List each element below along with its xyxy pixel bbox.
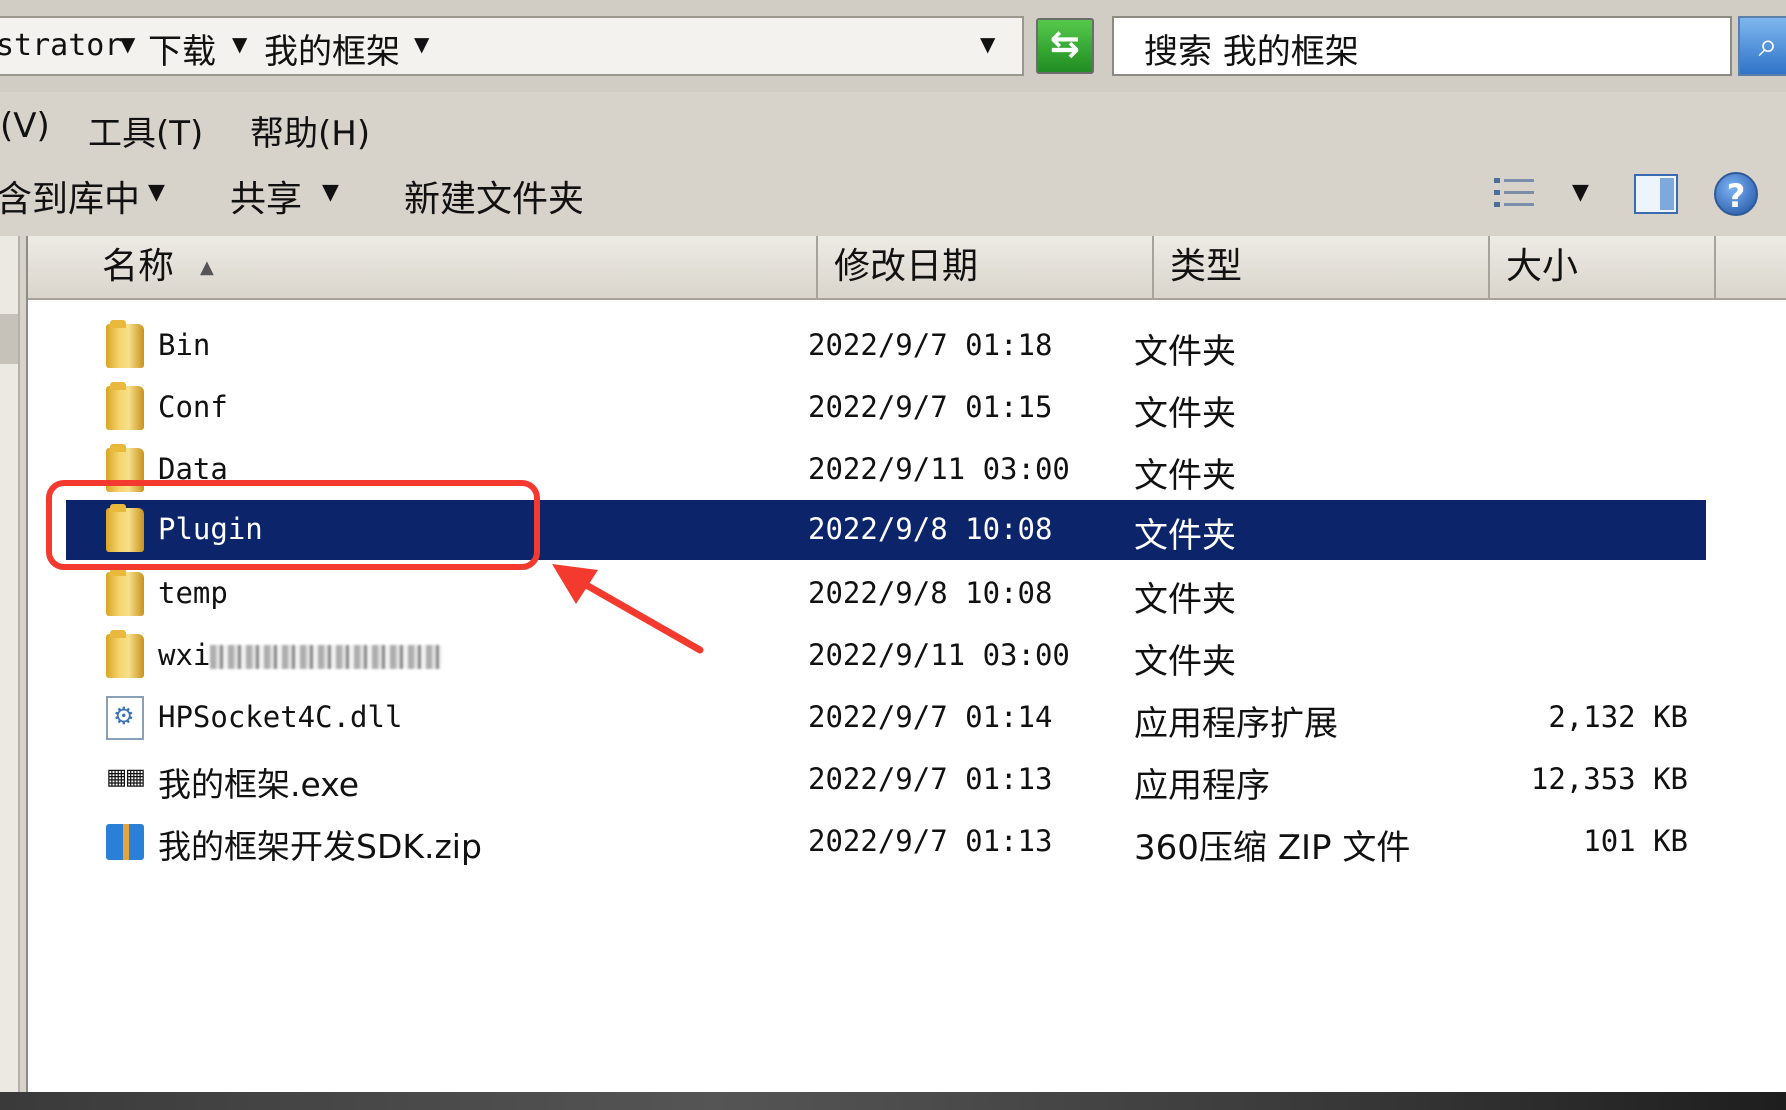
- file-row-conf[interactable]: Conf 2022/9/7 01:15 文件夹: [66, 380, 1706, 436]
- file-row-wxi[interactable]: wxi 2022/9/11 03:00 文件夹: [66, 628, 1706, 684]
- search-placeholder: 搜索 我的框架: [1144, 32, 1359, 72]
- share-button[interactable]: 共享: [230, 170, 302, 222]
- file-name: 我的框架.exe: [158, 765, 360, 804]
- column-name-label: 名称: [102, 246, 175, 287]
- search-input[interactable]: 搜索 我的框架: [1112, 16, 1732, 76]
- view-options-icon[interactable]: [1492, 174, 1536, 212]
- file-name: HPSocket4C.dll: [158, 700, 403, 734]
- file-name: Conf: [158, 390, 228, 424]
- command-bar: 含到库中 ▼ 共享 ▼ 新建文件夹 ▼ ?: [0, 156, 1786, 230]
- folder-icon: [106, 382, 144, 430]
- chevron-down-icon[interactable]: ▼: [1572, 180, 1589, 205]
- breadcrumb-administrator[interactable]: strator: [0, 28, 122, 63]
- column-header-name[interactable]: 名称 ▲: [58, 236, 818, 298]
- sort-ascending-icon: ▲: [200, 257, 214, 278]
- menu-tools[interactable]: 工具(T): [88, 106, 203, 155]
- file-date: 2022/9/11 03:00: [808, 452, 1070, 486]
- file-date: 2022/9/7 01:13: [808, 824, 1053, 858]
- history-dropdown-icon[interactable]: ▼: [980, 32, 995, 56]
- file-name: wxi: [158, 638, 211, 672]
- column-header-date[interactable]: 修改日期: [818, 236, 1154, 298]
- file-name-wrap: wxi: [158, 638, 443, 672]
- help-icon[interactable]: ?: [1714, 172, 1758, 216]
- chevron-down-icon[interactable]: ▼: [322, 180, 339, 205]
- chevron-down-icon[interactable]: ▼: [232, 32, 247, 56]
- menu-bar: (V) 工具(T) 帮助(H): [0, 98, 1786, 154]
- refresh-button[interactable]: ⇆: [1036, 18, 1094, 74]
- file-date: 2022/9/7 01:15: [808, 390, 1053, 424]
- file-size: 101 KB: [1583, 824, 1688, 858]
- new-folder-button[interactable]: 新建文件夹: [404, 170, 584, 222]
- highlight-box: [46, 480, 540, 570]
- column-header-type[interactable]: 类型: [1154, 236, 1490, 298]
- file-type: 应用程序: [1134, 766, 1270, 806]
- file-type: 文件夹: [1134, 456, 1236, 496]
- file-name: temp: [158, 576, 228, 610]
- app-exe-icon: ▦▦: [106, 765, 146, 790]
- include-in-library-button[interactable]: 含到库中: [0, 170, 140, 222]
- file-date: 2022/9/7 01:18: [808, 328, 1053, 362]
- folder-icon: [106, 630, 144, 678]
- dll-file-icon: [106, 696, 144, 740]
- column-size-label: 大小: [1506, 246, 1579, 287]
- file-size: 2,132 KB: [1548, 700, 1688, 734]
- file-row-exe[interactable]: ▦▦ 我的框架.exe 2022/9/7 01:13 应用程序 12,353 K…: [66, 752, 1706, 808]
- address-bar[interactable]: strator ▼ 下载 ▼ 我的框架 ▼ ▼: [0, 16, 1024, 76]
- folder-icon: [106, 568, 144, 616]
- column-type-label: 类型: [1170, 246, 1243, 287]
- column-date-label: 修改日期: [834, 246, 979, 287]
- breadcrumb-my-framework[interactable]: 我的框架: [264, 24, 400, 73]
- file-row-hpsocket[interactable]: HPSocket4C.dll 2022/9/7 01:14 应用程序扩展 2,1…: [66, 690, 1706, 746]
- file-type: 应用程序扩展: [1134, 704, 1338, 744]
- menu-help[interactable]: 帮助(H): [250, 106, 370, 155]
- explorer-window: strator ▼ 下载 ▼ 我的框架 ▼ ▼ ⇆ 搜索 我的框架 ⌕ (V) …: [0, 0, 1786, 1092]
- column-header-row: 名称 ▲ 修改日期 类型 大小: [28, 236, 1786, 300]
- folder-icon: [106, 320, 144, 368]
- file-row-temp[interactable]: temp 2022/9/8 10:08 文件夹: [66, 566, 1706, 622]
- file-type: 360压缩 ZIP 文件: [1134, 828, 1411, 868]
- file-type: 文件夹: [1134, 642, 1236, 682]
- file-date: 2022/9/8 10:08: [808, 576, 1053, 610]
- column-header-size[interactable]: 大小: [1490, 236, 1716, 298]
- file-name: Bin: [158, 328, 211, 362]
- file-name: 我的框架开发SDK.zip: [158, 827, 482, 866]
- breadcrumb-downloads[interactable]: 下载: [148, 24, 216, 73]
- file-date: 2022/9/8 10:08: [808, 512, 1053, 546]
- file-row-bin[interactable]: Bin 2022/9/7 01:18 文件夹: [66, 318, 1706, 374]
- chevron-down-icon[interactable]: ▼: [414, 32, 429, 56]
- taskbar-edge: [0, 1092, 1786, 1110]
- address-row: strator ▼ 下载 ▼ 我的框架 ▼ ▼ ⇆ 搜索 我的框架 ⌕: [0, 0, 1786, 92]
- nav-selected-item[interactable]: [0, 314, 18, 364]
- preview-pane-icon[interactable]: [1634, 174, 1678, 214]
- chevron-down-icon[interactable]: ▼: [148, 180, 165, 205]
- navigation-pane[interactable]: [0, 236, 20, 1092]
- file-row-zip[interactable]: 我的框架开发SDK.zip 2022/9/7 01:13 360压缩 ZIP 文…: [66, 814, 1706, 870]
- file-type: 文件夹: [1134, 580, 1236, 620]
- annotation-arrow-icon: [552, 564, 704, 654]
- file-date: 2022/9/7 01:14: [808, 700, 1053, 734]
- zip-archive-icon: [106, 824, 144, 860]
- file-list: 名称 ▲ 修改日期 类型 大小 Bin 2022/9/7 01:18 文件夹 Co…: [26, 236, 1786, 1092]
- file-type: 文件夹: [1134, 516, 1236, 556]
- file-date: 2022/9/11 03:00: [808, 638, 1070, 672]
- chevron-down-icon[interactable]: ▼: [120, 32, 135, 56]
- redacted-text: [210, 645, 443, 669]
- file-date: 2022/9/7 01:13: [808, 762, 1053, 796]
- file-type: 文件夹: [1134, 332, 1236, 372]
- search-icon[interactable]: ⌕: [1738, 16, 1786, 76]
- file-size: 12,353 KB: [1530, 762, 1688, 796]
- menu-view[interactable]: (V): [0, 106, 50, 146]
- file-type: 文件夹: [1134, 394, 1236, 434]
